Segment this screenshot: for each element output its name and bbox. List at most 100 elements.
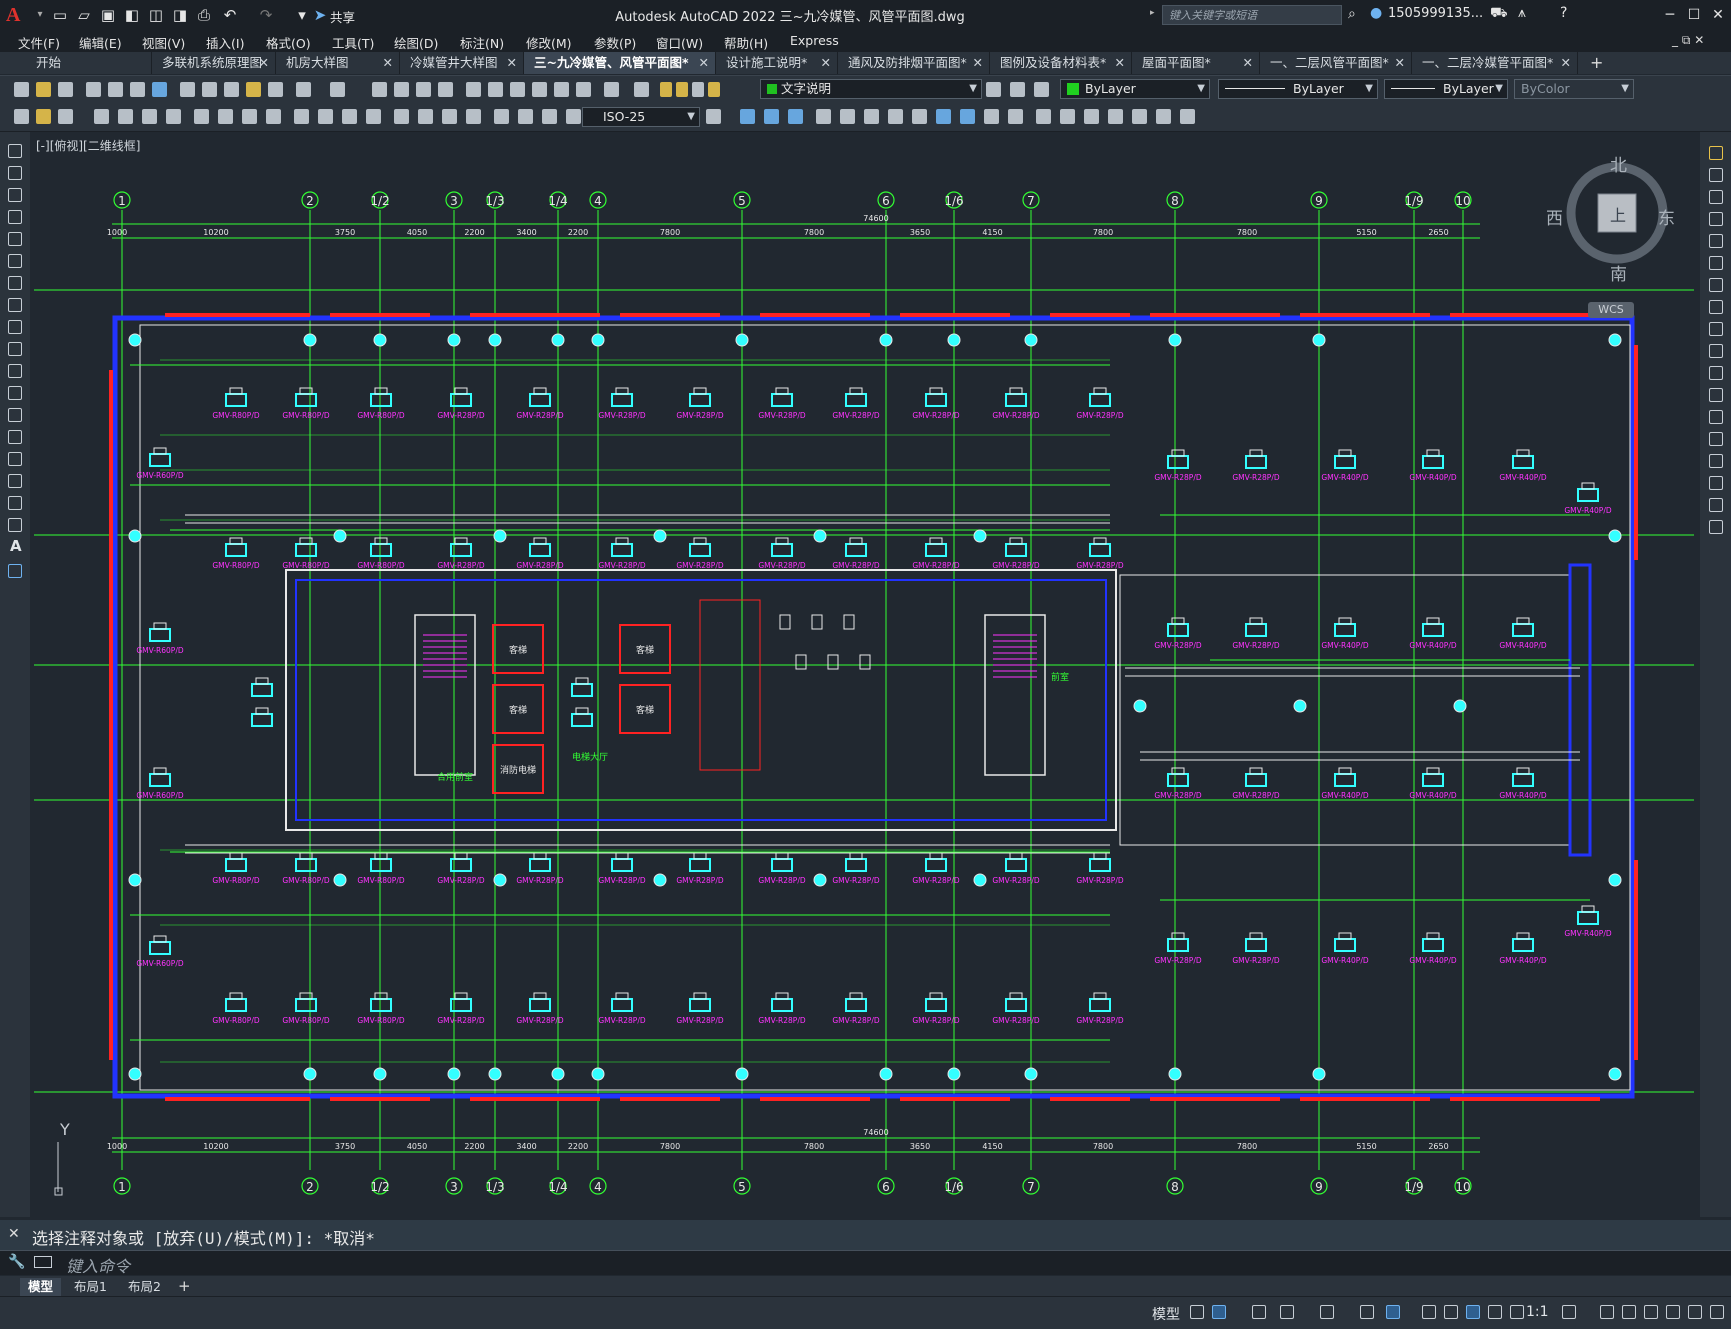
jogged-icon[interactable] (142, 109, 157, 124)
minimize-icon[interactable]: ─ (1658, 4, 1682, 26)
doc-minimize-icon[interactable]: _ ⧉ ✕ (1672, 33, 1704, 48)
modify-extend-icon[interactable] (960, 109, 975, 124)
close-tab-icon[interactable]: ✕ (821, 52, 831, 74)
tab-roof-plan[interactable]: 屋面平面图* ✕ (1132, 52, 1260, 74)
plot-icon[interactable] (86, 82, 101, 97)
plotstyle-dropdown[interactable]: ByColor ▼ (1514, 79, 1634, 99)
dim-break-icon[interactable] (318, 109, 333, 124)
zoom-previous-icon[interactable] (438, 82, 453, 97)
paste-icon[interactable] (224, 82, 239, 97)
layer-freeze-icon[interactable] (676, 82, 688, 97)
save-web-icon[interactable]: ◨ (170, 5, 190, 25)
dim-space-icon[interactable] (294, 109, 309, 124)
lineweight-icon[interactable] (1422, 1305, 1436, 1319)
make-current-icon[interactable] (986, 82, 1001, 97)
menu-edit[interactable]: 编辑(E) (79, 33, 122, 52)
make-block-icon[interactable] (8, 408, 22, 422)
aligned-dim-icon[interactable] (36, 109, 51, 124)
drawing-canvas[interactable]: 74600 1000 10200 3750 4050 2200 3400 2200 7800 78… (30, 132, 1700, 1217)
publish-icon[interactable] (130, 82, 145, 97)
dim-style-manager-icon[interactable] (706, 109, 721, 124)
tab-layout1[interactable]: 布局1 (66, 1278, 115, 1296)
layer-previous-icon[interactable] (1010, 82, 1025, 97)
menu-draw[interactable]: 绘图(D) (394, 33, 438, 52)
3d-print-icon[interactable] (152, 82, 167, 97)
polyline-icon[interactable] (8, 188, 22, 202)
stretch-icon[interactable] (1709, 322, 1723, 336)
tab-refrigerant-shaft[interactable]: 冷媒管井大样图 ✕ (400, 52, 524, 74)
properties-icon[interactable] (466, 82, 481, 97)
offset-icon[interactable] (1709, 212, 1723, 226)
isolate-objects-icon[interactable] (1666, 1305, 1680, 1319)
autocad-logo[interactable]: A (6, 4, 28, 26)
tab-legend[interactable]: 图例及设备材料表* ✕ (990, 52, 1132, 74)
isodraft-icon[interactable] (1320, 1305, 1334, 1319)
search-icon[interactable]: ⌕ (1348, 6, 1356, 22)
menu-window[interactable]: 窗口(W) (656, 33, 703, 52)
snap-icon[interactable] (1212, 1305, 1226, 1319)
compass-west[interactable]: 西 (1546, 204, 1563, 229)
break-icon[interactable] (1709, 410, 1723, 424)
linear-dim-icon[interactable] (14, 109, 29, 124)
markup-icon[interactable] (554, 82, 569, 97)
transparency-icon[interactable] (1444, 1305, 1458, 1319)
object-snap-icon[interactable] (1386, 1305, 1400, 1319)
menu-tools[interactable]: 工具(T) (332, 33, 374, 52)
app-menu-chevron-icon[interactable]: ▾ (30, 5, 50, 25)
menu-parameters[interactable]: 参数(P) (594, 33, 636, 52)
tab-start[interactable]: 开始 (26, 52, 152, 74)
ellipse-arc-icon[interactable] (8, 364, 22, 378)
user-icon[interactable]: ● (1370, 5, 1382, 21)
object-snap-tracking-icon[interactable] (1360, 1305, 1374, 1319)
inspection-icon[interactable] (394, 109, 409, 124)
layer-properties-icon[interactable] (634, 82, 649, 97)
dim-override-icon[interactable] (542, 109, 557, 124)
modify-chamfer-icon[interactable] (1036, 109, 1051, 124)
save-icon[interactable]: ▣ (98, 5, 118, 25)
close-tab-icon[interactable]: ✕ (259, 52, 269, 74)
polygon-icon[interactable] (8, 210, 22, 224)
modify-lengthen-icon[interactable] (1108, 109, 1123, 124)
modify-rotate-icon[interactable] (864, 109, 879, 124)
modify-join-icon[interactable] (1008, 109, 1023, 124)
tab-multi-split-system[interactable]: 多联机系统原理图 ✕ (152, 52, 276, 74)
workspace-gear-icon[interactable] (1562, 1305, 1576, 1319)
viewcube[interactable]: 北 南 东 西 上 (1546, 156, 1675, 285)
layer-lock-icon[interactable] (708, 82, 720, 97)
close-command-icon[interactable]: ✕ (8, 1226, 20, 1242)
user-name[interactable]: 1505999135... (1388, 6, 1483, 21)
menu-express[interactable]: Express (790, 33, 839, 48)
point-icon[interactable] (8, 430, 22, 444)
maximize-icon[interactable]: ☐ (1682, 4, 1706, 26)
multiline-text-icon[interactable]: A (10, 537, 22, 555)
search-expand-icon[interactable]: ▸ (1150, 8, 1155, 18)
viewcube-top-face[interactable]: 上 (1610, 202, 1626, 226)
open-web-icon[interactable]: ◫ (146, 5, 166, 25)
tab-layout2[interactable]: 布局2 (120, 1278, 169, 1296)
add-layout-plus-icon[interactable]: + (178, 1277, 191, 1295)
new-icon[interactable]: ▭ (50, 5, 70, 25)
move-icon[interactable] (1709, 256, 1723, 270)
arc-icon[interactable] (8, 254, 22, 268)
close-tab-icon[interactable]: ✕ (1115, 52, 1125, 74)
close-icon[interactable]: ✕ (1706, 4, 1730, 26)
customize-qa-icon[interactable]: ▾ (292, 5, 312, 25)
save-icon[interactable] (58, 82, 73, 97)
layer-vp-freeze-icon[interactable] (692, 82, 704, 97)
sheet-set-icon[interactable] (532, 82, 547, 97)
modify-copy-icon[interactable] (740, 109, 755, 124)
dim-edit-icon[interactable] (442, 109, 457, 124)
close-tab-icon[interactable]: ✕ (1561, 52, 1571, 74)
cart-icon[interactable]: ⛟ (1490, 5, 1508, 23)
array-icon[interactable] (1709, 234, 1723, 248)
diameter-icon[interactable] (166, 109, 181, 124)
extend-icon[interactable] (1709, 366, 1723, 380)
dimstyle-dropdown[interactable]: ISO-25 ▼ (582, 107, 700, 127)
cut-icon[interactable] (180, 82, 195, 97)
color-dropdown[interactable]: ByLayer ▼ (1060, 79, 1210, 99)
modify-edit-icon[interactable] (1180, 109, 1195, 124)
viewport-controls[interactable]: [-][俯视][二维线框] (36, 137, 140, 154)
ordinate-icon[interactable] (94, 109, 109, 124)
grid-icon[interactable] (1190, 1305, 1204, 1319)
undo-icon[interactable]: ↶ (220, 5, 240, 25)
